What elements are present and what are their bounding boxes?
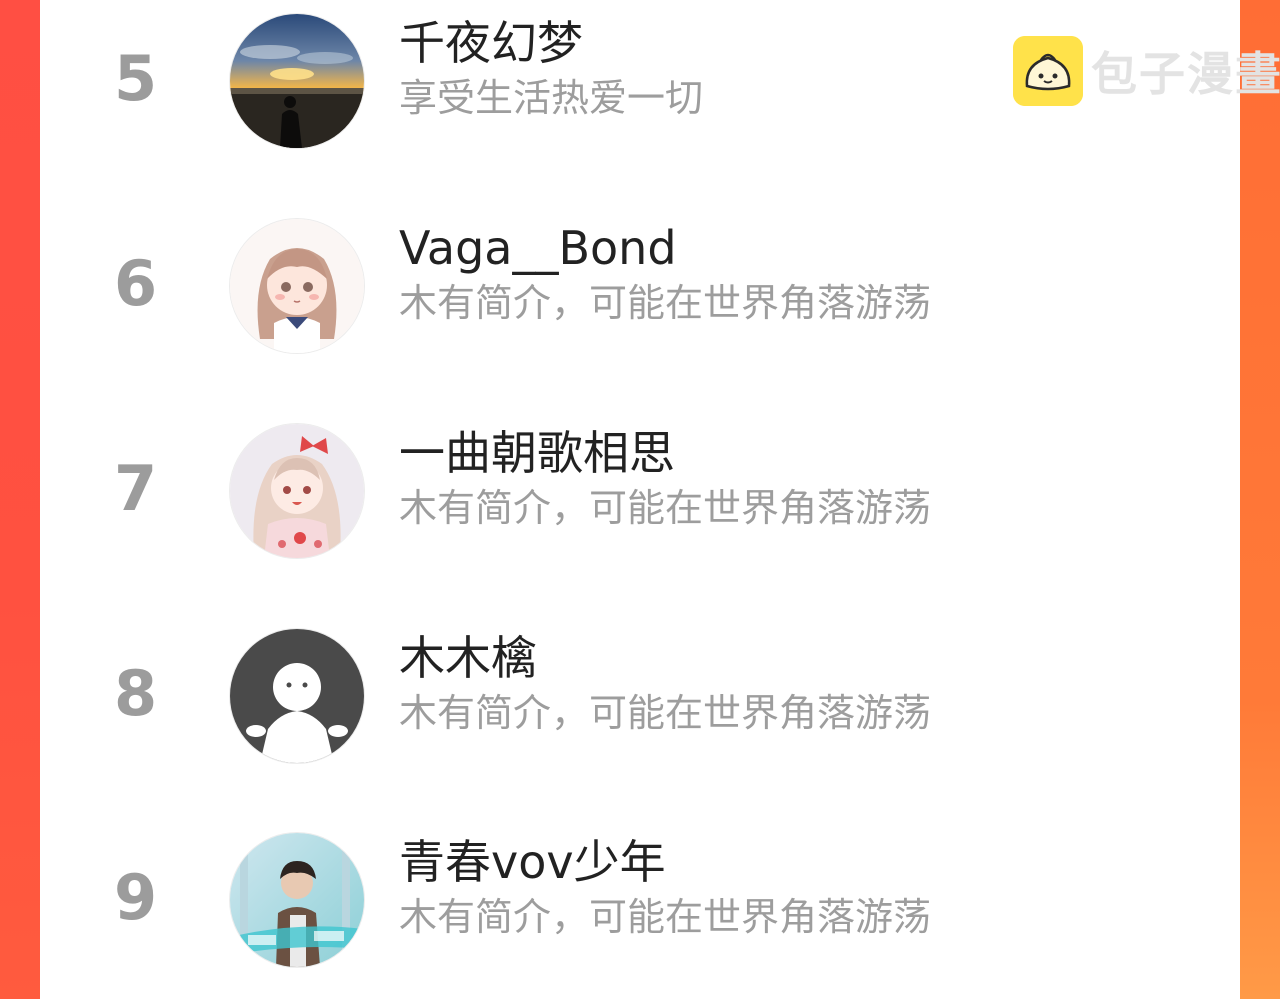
user-bio: 享受生活热爱一切 <box>399 76 704 120</box>
photo-boy-avatar[interactable] <box>230 833 364 967</box>
list-item[interactable]: 6 Vaga__Bond 木有简介，可能在世界角落游荡 <box>40 205 1240 385</box>
anime-girl-avatar[interactable] <box>230 219 364 353</box>
rank-number: 8 <box>114 657 158 730</box>
watermark: 包子漫畫 <box>1013 36 1280 106</box>
user-bio: 木有简介，可能在世界角落游荡 <box>399 895 932 939</box>
rank-number: 6 <box>114 247 158 320</box>
ranking-list-panel: 5 千夜幻梦 享受生活热爱一切 包子漫畫 6 Vaga__Bond 木有简介，可… <box>40 0 1280 999</box>
user-bio: 木有简介，可能在世界角落游荡 <box>399 281 932 325</box>
default-user-avatar[interactable] <box>230 629 364 763</box>
user-name[interactable]: 一曲朝歌相思 <box>399 428 675 479</box>
watermark-text: 包子漫畫 <box>1091 47 1280 101</box>
right-frame-border <box>1240 0 1280 999</box>
user-bio: 木有简介，可能在世界角落游荡 <box>399 691 932 735</box>
rank-number: 9 <box>114 861 158 934</box>
rank-number: 5 <box>114 42 158 115</box>
user-bio: 木有简介，可能在世界角落游荡 <box>399 486 932 530</box>
anime-girl-kimono-avatar[interactable] <box>230 424 364 558</box>
list-item[interactable]: 5 千夜幻梦 享受生活热爱一切 包子漫畫 <box>40 0 1280 180</box>
list-item[interactable]: 7 一曲朝歌相思 木有简介，可能在世界角落游荡 <box>40 410 1240 590</box>
user-name[interactable]: 千夜幻梦 <box>399 18 583 69</box>
user-name[interactable]: 青春vov少年 <box>399 837 666 888</box>
list-item[interactable]: 8 木木檎 木有简介，可能在世界角落游荡 <box>40 615 1240 795</box>
bun-logo-icon <box>1013 36 1083 106</box>
rank-number: 7 <box>114 452 158 525</box>
user-name[interactable]: Vaga__Bond <box>399 223 677 274</box>
left-frame-border <box>0 0 40 999</box>
list-item[interactable]: 9 青春vov少年 木有简介，可能在世界角落游荡 <box>40 819 1240 999</box>
sunset-silhouette-avatar[interactable] <box>230 14 364 148</box>
user-name[interactable]: 木木檎 <box>399 633 537 684</box>
